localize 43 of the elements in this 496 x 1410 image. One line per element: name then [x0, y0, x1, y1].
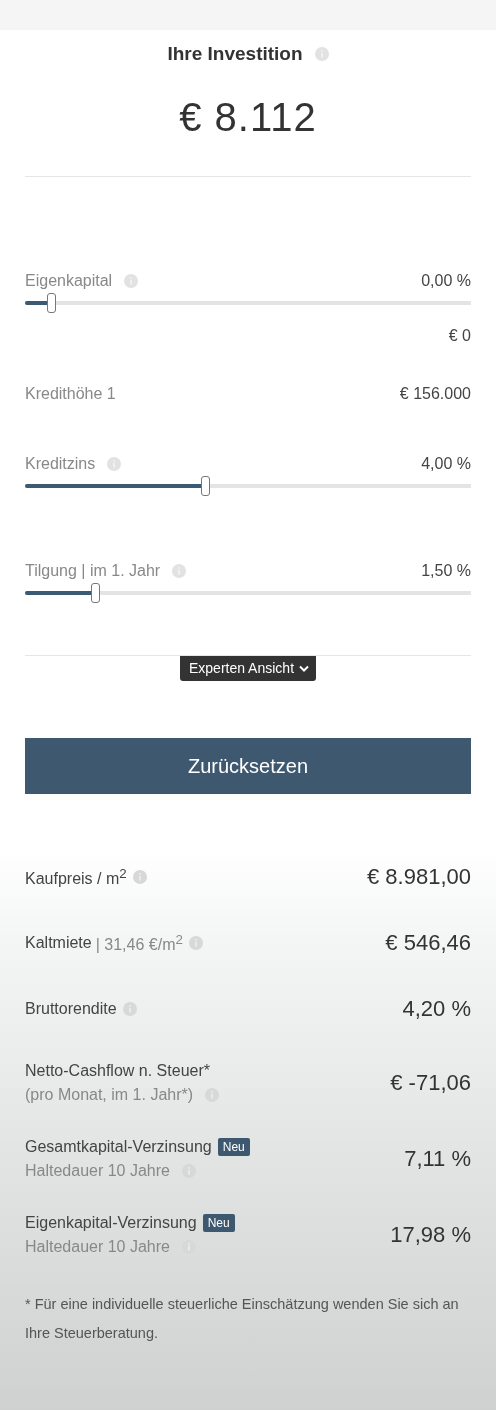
result-sublabel: Haltedauer 10 Jahre: [25, 1162, 170, 1180]
parameter-label: Kreditzins: [25, 455, 96, 473]
result-value: € 8.981,00: [367, 864, 471, 890]
investment-title: Ihre Investition: [167, 43, 303, 65]
result-label: Netto-Cashflow n. Steuer*: [25, 1062, 210, 1080]
info-icon[interactable]: [188, 936, 203, 950]
info-icon[interactable]: [122, 1002, 137, 1016]
parameter-value: € 156.000: [399, 385, 471, 403]
footnote: * Für eine individuelle steuerliche Einschätzung wenden Sie sich an Ihre Steuerberatung.: [25, 1295, 460, 1343]
reset-button[interactable]: Zurücksetzen: [25, 738, 471, 794]
slider-thumb[interactable]: [200, 476, 210, 496]
result-value: € 546,46: [385, 930, 471, 956]
result-label: Kaltmiete: [25, 934, 92, 952]
parameter-label: Tilgung | im 1. Jahr: [25, 562, 161, 580]
result-value: 4,20 %: [402, 996, 471, 1022]
result-label: Kaufpreis / m$^{2}$: [25, 865, 127, 889]
result-sublabel: Haltedauer 10 Jahre: [25, 1238, 170, 1256]
info-icon[interactable]: [107, 457, 122, 471]
chevron-icon: [299, 664, 310, 672]
result-label: Bruttorendite: [25, 1000, 117, 1018]
result-value: 17,98 %: [390, 1222, 471, 1248]
result-label: Gesamtkapital-Verzinsung: [25, 1138, 212, 1156]
slider-thumb[interactable]: [91, 583, 101, 603]
slider-thumb[interactable]: [46, 293, 56, 313]
result-note: | 31,46 €/m$^{2}$: [95, 931, 183, 955]
parameter-label: Eigenkapital: [25, 272, 113, 290]
investment-amount: € 8.112: [178, 95, 318, 140]
result-value: 7,11 %: [404, 1146, 471, 1172]
parameter-value: 0,00 %: [421, 272, 471, 290]
parameter-label: Kredithöhe 1: [25, 385, 116, 403]
result-label: Eigenkapital-Verzinsung: [25, 1214, 197, 1232]
expert-view-toggle[interactable]: Experten Ansicht: [179, 656, 317, 681]
info-icon[interactable]: [132, 870, 147, 884]
info-icon[interactable]: [172, 564, 187, 578]
parameter-amount: € 0: [447, 327, 471, 345]
result-value: € -71,06: [390, 1070, 471, 1096]
info-icon[interactable]: [314, 47, 329, 61]
parameter-value: 4,00 %: [421, 455, 471, 473]
result-sublabel: (pro Monat, im 1. Jahr*): [25, 1086, 194, 1104]
parameter-value: 1,50 %: [421, 562, 471, 580]
new-badge: Neu: [217, 1138, 250, 1156]
info-icon[interactable]: [124, 274, 139, 288]
new-badge: Neu: [202, 1214, 235, 1232]
